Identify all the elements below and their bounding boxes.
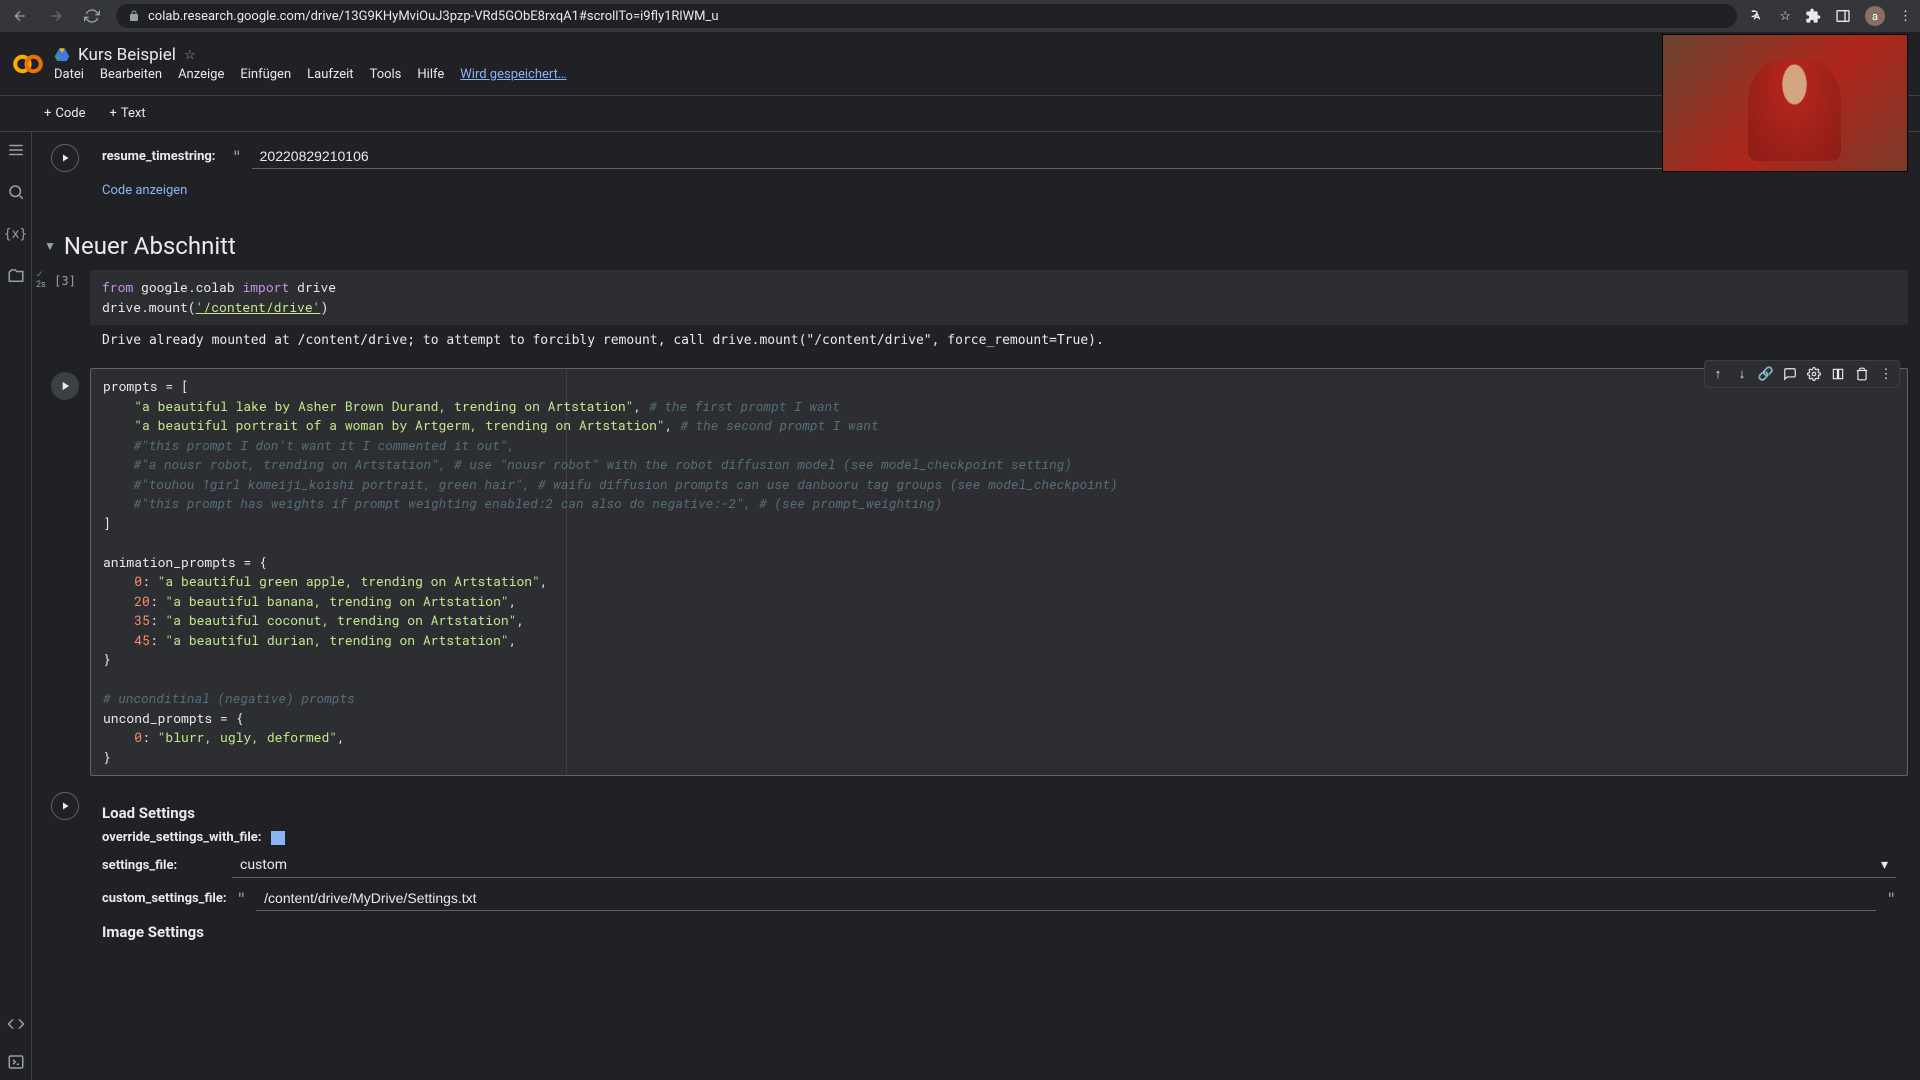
settings-icon[interactable] <box>1803 363 1825 385</box>
delete-icon[interactable] <box>1851 363 1873 385</box>
more-icon[interactable]: ⋮ <box>1875 363 1897 385</box>
section-header: ▼ Neuer Abschnitt <box>40 222 1908 270</box>
lock-icon <box>128 10 140 22</box>
subsection-title: Load Settings <box>102 804 1896 822</box>
run-button[interactable] <box>51 372 79 400</box>
plus-icon: + <box>44 106 51 121</box>
left-sidebar: {x} <box>0 132 32 1080</box>
form-label: custom_settings_file: <box>102 891 227 906</box>
code-cell-prompts: ↑ ↓ 🔗 ⋮ prompts = [ "a beautiful lake by… <box>40 368 1908 776</box>
settings-file-select[interactable]: custom ▾ <box>232 853 1896 878</box>
form-label: settings_file: <box>102 858 222 873</box>
link-icon[interactable]: 🔗 <box>1755 363 1777 385</box>
override-checkbox[interactable] <box>271 831 285 845</box>
files-icon[interactable] <box>6 266 26 286</box>
search-icon[interactable] <box>6 182 26 202</box>
side-panel-icon[interactable] <box>1835 8 1851 24</box>
menu-bearbeiten[interactable]: Bearbeiten <box>100 67 162 82</box>
menu-bar: Datei Bearbeiten Anzeige Einfügen Laufze… <box>54 67 567 82</box>
variables-icon[interactable]: {x} <box>6 224 26 244</box>
plus-icon: + <box>110 106 117 121</box>
browser-actions: ☆ a ⋮ <box>1749 6 1912 26</box>
terminal-icon[interactable] <box>6 1052 26 1072</box>
cell-toolbar: ↑ ↓ 🔗 ⋮ <box>1704 360 1900 388</box>
form-cell-resume: resume_timestring: " Code anzeigen <box>40 140 1908 210</box>
mirror-icon[interactable] <box>1827 363 1849 385</box>
menu-dots-icon[interactable]: ⋮ <box>1899 9 1912 24</box>
code-cell-drive: ✓2s [3] from google.colab import drive d… <box>40 270 1908 356</box>
browser-chrome: colab.research.google.com/drive/13G9KHyM… <box>0 0 1920 32</box>
insert-toolbar: +Code +Text <box>0 96 1920 132</box>
menu-hilfe[interactable]: Hilfe <box>417 67 444 82</box>
extensions-icon[interactable] <box>1805 8 1821 24</box>
menu-anzeige[interactable]: Anzeige <box>178 67 224 82</box>
add-text-button[interactable]: +Text <box>102 102 154 125</box>
subsection-title: Image Settings <box>102 923 1896 941</box>
notebook-area[interactable]: resume_timestring: " Code anzeigen ▼ Neu… <box>32 132 1920 1080</box>
cell-output: Drive already mounted at /content/drive;… <box>90 325 1908 356</box>
form-cell-load-settings: Load Settings override_settings_with_fil… <box>40 788 1908 961</box>
quote-icon: " <box>237 889 247 908</box>
chevron-down-icon: ▾ <box>1881 857 1888 873</box>
add-code-button[interactable]: +Code <box>36 102 94 125</box>
notebook-title[interactable]: Kurs Beispiel <box>78 45 176 65</box>
form-label: override_settings_with_file: <box>102 830 261 845</box>
comment-icon[interactable] <box>1779 363 1801 385</box>
profile-avatar[interactable]: a <box>1865 6 1885 26</box>
exec-count: [3] <box>54 274 76 288</box>
run-button[interactable] <box>51 144 79 172</box>
quote-icon: " <box>232 147 242 166</box>
toc-icon[interactable] <box>6 140 26 160</box>
url-bar[interactable]: colab.research.google.com/drive/13G9KHyM… <box>116 4 1737 28</box>
snippets-icon[interactable] <box>6 1014 26 1034</box>
menu-datei[interactable]: Datei <box>54 67 84 82</box>
collapse-section-icon[interactable]: ▼ <box>44 239 56 253</box>
code-editor[interactable]: from google.colab import drive drive.mou… <box>90 270 1908 325</box>
menu-tools[interactable]: Tools <box>370 67 402 82</box>
run-button[interactable] <box>51 792 79 820</box>
ruler <box>566 369 567 775</box>
code-editor[interactable]: prompts = [ "a beautiful lake by Asher B… <box>91 369 1907 775</box>
section-title: Neuer Abschnitt <box>64 232 236 260</box>
colab-logo-icon[interactable] <box>12 48 44 80</box>
webcam-overlay <box>1662 34 1908 172</box>
show-code-link[interactable]: Code anzeigen <box>102 183 187 198</box>
colab-header: Kurs Beispiel ☆ Datei Bearbeiten Anzeige… <box>0 32 1920 96</box>
translate-icon[interactable] <box>1749 8 1765 24</box>
star-icon[interactable]: ☆ <box>184 48 196 63</box>
url-text: colab.research.google.com/drive/13G9KHyM… <box>148 9 719 24</box>
menu-laufzeit[interactable]: Laufzeit <box>307 67 353 82</box>
move-up-icon[interactable]: ↑ <box>1707 363 1729 385</box>
resume-timestring-input[interactable] <box>252 144 1896 169</box>
form-label: resume_timestring: <box>102 149 222 164</box>
bookmark-icon[interactable]: ☆ <box>1779 9 1791 24</box>
drive-icon <box>54 47 70 63</box>
forward-icon[interactable] <box>44 4 68 28</box>
menu-einfuegen[interactable]: Einfügen <box>240 67 291 82</box>
move-down-icon[interactable]: ↓ <box>1731 363 1753 385</box>
save-status[interactable]: Wird gespeichert… <box>460 67 566 82</box>
reload-icon[interactable] <box>80 4 104 28</box>
custom-settings-file-input[interactable] <box>256 886 1876 911</box>
quote-icon: " <box>1886 889 1896 908</box>
back-icon[interactable] <box>8 4 32 28</box>
